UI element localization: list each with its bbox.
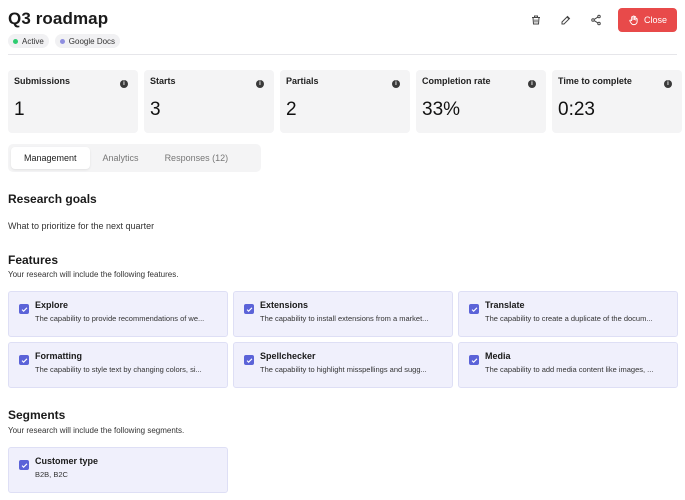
- status-dot-icon: [13, 38, 18, 44]
- tab-analytics[interactable]: Analytics: [90, 147, 152, 169]
- feature-description: The capability to provide recommendation…: [35, 314, 205, 323]
- close-button[interactable]: Close: [617, 8, 677, 32]
- info-icon[interactable]: i: [392, 80, 400, 88]
- feature-title: Translate: [485, 300, 525, 310]
- checkbox-checked-icon[interactable]: [469, 304, 479, 314]
- stat-value: 2: [286, 99, 297, 120]
- feature-title: Spellchecker: [260, 351, 316, 361]
- stat-label: Time to complete: [558, 76, 632, 86]
- feature-card-media[interactable]: Media The capability to add media conten…: [458, 342, 678, 388]
- features-grid: Explore The capability to provide recomm…: [8, 291, 678, 388]
- badge-row: Active Google Docs: [8, 34, 677, 48]
- stat-value: 0:23: [558, 99, 595, 120]
- trash-icon: [531, 15, 540, 25]
- stat-card-partials: Partials i 2: [280, 70, 410, 133]
- stat-label: Starts: [150, 76, 176, 86]
- stat-card-submissions: Submissions i 1: [8, 70, 138, 133]
- status-badge: Active: [8, 34, 49, 48]
- edit-button[interactable]: [554, 8, 578, 32]
- checkbox-checked-icon[interactable]: [469, 355, 479, 365]
- feature-title: Explore: [35, 300, 69, 310]
- feature-description: The capability to create a duplicate of …: [485, 314, 653, 323]
- stat-label: Submissions: [14, 76, 71, 86]
- stat-value: 1: [14, 99, 25, 120]
- segments-heading: Segments: [8, 408, 66, 422]
- info-icon[interactable]: i: [120, 80, 128, 88]
- delete-button[interactable]: [524, 8, 548, 32]
- share-button[interactable]: [584, 8, 608, 32]
- features-description: Your research will include the following…: [8, 270, 179, 279]
- research-goals-heading: Research goals: [8, 192, 97, 206]
- info-icon[interactable]: i: [528, 80, 536, 88]
- segment-card-customer-type[interactable]: Customer type B2B, B2C: [8, 447, 228, 493]
- feature-title: Media: [485, 351, 511, 361]
- segments-description: Your research will include the following…: [8, 426, 185, 435]
- source-badge-label: Google Docs: [68, 36, 116, 46]
- checkbox-checked-icon[interactable]: [19, 355, 29, 365]
- feature-card-extensions[interactable]: Extensions The capability to install ext…: [233, 291, 453, 337]
- stat-label: Partials: [286, 76, 319, 86]
- hand-icon: [629, 14, 638, 25]
- edit-icon: [561, 15, 571, 25]
- feature-card-translate[interactable]: Translate The capability to create a dup…: [458, 291, 678, 337]
- segment-description: B2B, B2C: [35, 470, 68, 479]
- stat-value: 3: [150, 99, 161, 120]
- header-actions: Close: [524, 8, 677, 32]
- source-badge: Google Docs: [54, 34, 121, 48]
- info-icon[interactable]: i: [256, 80, 264, 88]
- segment-title: Customer type: [35, 456, 99, 466]
- feature-description: The capability to add media content like…: [485, 365, 654, 374]
- header-divider: [8, 54, 677, 55]
- feature-title: Extensions: [260, 300, 309, 310]
- tab-management[interactable]: Management: [11, 147, 90, 169]
- stat-value: 33%: [422, 99, 461, 120]
- feature-description: The capability to install extensions fro…: [260, 314, 429, 323]
- feature-description: The capability to highlight misspellings…: [260, 365, 427, 374]
- source-dot-icon: [59, 38, 65, 44]
- stat-label: Completion rate: [422, 76, 491, 86]
- status-badge-label: Active: [22, 36, 44, 46]
- stat-card-completion-rate: Completion rate i 33%: [416, 70, 546, 133]
- stats-row: Submissions i 1 Starts i 3 Partials i 2 …: [8, 70, 682, 133]
- checkbox-checked-icon[interactable]: [19, 304, 29, 314]
- checkbox-checked-icon[interactable]: [244, 355, 254, 365]
- header: Q3 roadmap Active Google Docs Close: [8, 8, 677, 48]
- feature-card-explore[interactable]: Explore The capability to provide recomm…: [8, 291, 228, 337]
- checkbox-checked-icon[interactable]: [244, 304, 254, 314]
- feature-description: The capability to style text by changing…: [35, 365, 202, 374]
- research-goals-text: What to prioritize for the next quarter: [8, 221, 155, 231]
- tab-bar: Management Analytics Responses (12): [8, 144, 261, 172]
- tab-responses[interactable]: Responses (12): [152, 147, 242, 169]
- stat-card-time-to-complete: Time to complete i 0:23: [552, 70, 682, 133]
- feature-title: Formatting: [35, 351, 82, 361]
- feature-card-spellchecker[interactable]: Spellchecker The capability to highlight…: [233, 342, 453, 388]
- info-icon[interactable]: i: [664, 80, 672, 88]
- share-icon: [591, 14, 601, 26]
- segments-grid: Customer type B2B, B2C: [8, 447, 678, 493]
- stat-card-starts: Starts i 3: [144, 70, 274, 133]
- close-button-label: Close: [643, 15, 667, 25]
- features-heading: Features: [8, 253, 59, 267]
- feature-card-formatting[interactable]: Formatting The capability to style text …: [8, 342, 228, 388]
- checkbox-checked-icon[interactable]: [19, 460, 29, 470]
